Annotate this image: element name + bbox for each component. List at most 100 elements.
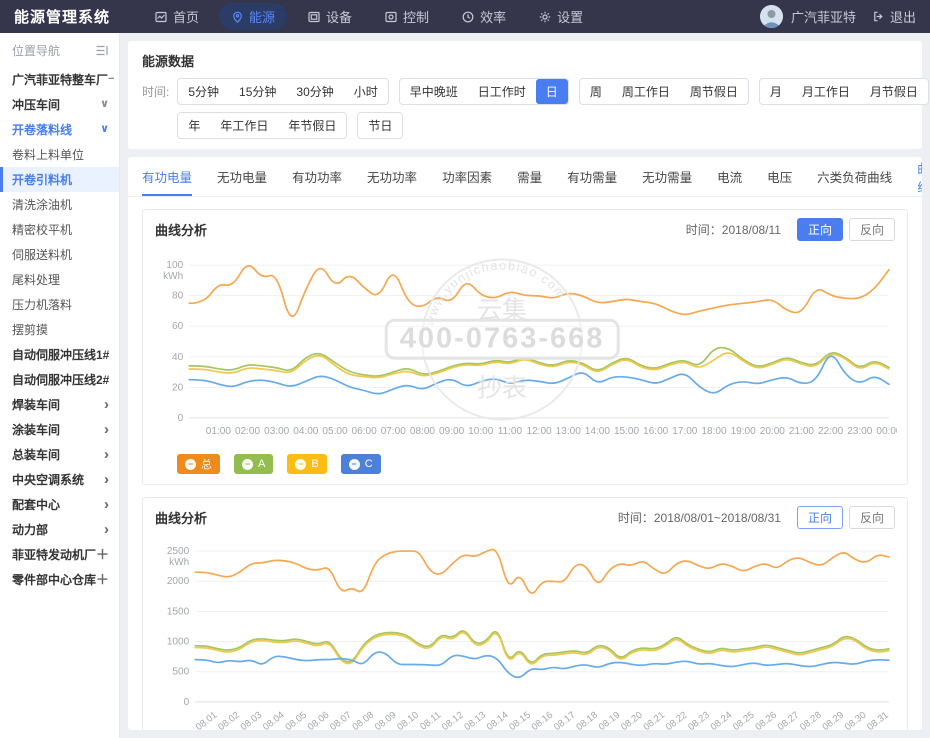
right-icon[interactable]: ›	[104, 422, 109, 437]
plus-icon[interactable]: ＋	[96, 548, 109, 561]
filter-option[interactable]: 日	[536, 79, 568, 104]
nav-item-控制[interactable]: 控制	[372, 3, 441, 30]
remove-series-icon[interactable]: −	[185, 459, 196, 470]
right-icon[interactable]: ›	[104, 447, 109, 462]
tab-item[interactable]: 无功功率	[367, 157, 417, 196]
plus-icon[interactable]: ＋	[96, 573, 109, 586]
legend-item-B[interactable]: −B	[287, 454, 326, 474]
legend-item-C[interactable]: −C	[341, 454, 381, 474]
svg-text:08.16: 08.16	[530, 710, 556, 730]
sidebar-item[interactable]: 菲亚特发动机厂＋	[0, 542, 119, 567]
logout-icon	[872, 10, 885, 23]
svg-text:10:00: 10:00	[468, 426, 494, 437]
sidebar-item[interactable]: 摆剪摸	[0, 317, 119, 342]
svg-text:08.30: 08.30	[843, 710, 869, 730]
nav-item-能源[interactable]: 能源	[219, 3, 287, 30]
filter-option[interactable]: 周节假日	[680, 79, 748, 104]
filter-option[interactable]: 日工作时	[468, 79, 536, 104]
user-name[interactable]: 广汽菲亚特	[791, 7, 856, 26]
legend-item-总[interactable]: −总	[177, 454, 220, 474]
filter-option[interactable]: 小时	[344, 79, 388, 104]
sidebar-item[interactable]: 广汽菲亚特整车厂−	[0, 67, 119, 92]
sidebar-item[interactable]: 总装车间›	[0, 442, 119, 467]
sidebar-item[interactable]: 卷料上料单位	[0, 142, 119, 167]
tab-item[interactable]: 无功需量	[642, 157, 692, 196]
legend-item-A[interactable]: −A	[234, 454, 273, 474]
right-icon[interactable]: ›	[104, 397, 109, 412]
sidebar-item[interactable]: 开卷引料机	[0, 167, 119, 192]
svg-text:08.02: 08.02	[216, 710, 242, 730]
nav-item-设备[interactable]: 设备	[295, 3, 364, 30]
down-icon[interactable]: ∨	[100, 124, 109, 135]
sidebar-item[interactable]: 伺服送料机	[0, 242, 119, 267]
svg-text:08.20: 08.20	[619, 710, 645, 730]
view-curve-button[interactable]: 曲线	[917, 158, 922, 196]
filter-option[interactable]: 周工作日	[612, 79, 680, 104]
sidebar-item[interactable]: 动力部›	[0, 517, 119, 542]
filter-option[interactable]: 15分钟	[229, 79, 286, 104]
reverse-button[interactable]: 反向	[849, 506, 895, 529]
right-icon[interactable]: ›	[104, 497, 109, 512]
sidebar-item[interactable]: 清洗涂油机	[0, 192, 119, 217]
tab-item[interactable]: 有功需量	[567, 157, 617, 196]
tab-item[interactable]: 电流	[717, 157, 742, 196]
remove-series-icon[interactable]: −	[295, 459, 306, 470]
filter-option[interactable]: 周	[580, 79, 612, 104]
sidebar-item[interactable]: 压力机落料	[0, 292, 119, 317]
sidebar-item[interactable]: 零件部中心仓库＋	[0, 567, 119, 592]
svg-text:08.04: 08.04	[261, 709, 287, 730]
nav-item-首页[interactable]: 首页	[142, 3, 211, 30]
tab-item[interactable]: 有功功率	[292, 157, 342, 196]
filter-option[interactable]: 30分钟	[286, 79, 343, 104]
tab-item[interactable]: 电压	[767, 157, 792, 196]
right-icon[interactable]: ›	[104, 522, 109, 537]
nav-item-设置[interactable]: 设置	[526, 3, 595, 30]
monthly-line-chart[interactable]: 05001000150020002500kWh08.0108.0208.0308…	[143, 537, 907, 730]
filter-option[interactable]: 5分钟	[178, 79, 229, 104]
avatar[interactable]	[760, 5, 783, 28]
filter-option[interactable]: 年	[178, 113, 210, 138]
sidebar-item[interactable]: 冲压车间∨	[0, 92, 119, 117]
filter-option[interactable]: 年工作日	[210, 113, 278, 138]
logout-button[interactable]: 退出	[872, 7, 916, 26]
svg-text:08.11: 08.11	[418, 710, 443, 730]
sidebar-item[interactable]: 精密校平机	[0, 217, 119, 242]
sidebar-item[interactable]: 自动伺服冲压线2#	[0, 367, 119, 392]
sidebar-item[interactable]: 开卷落料线∨	[0, 117, 119, 142]
reverse-button[interactable]: 反向	[849, 218, 895, 241]
main-content: 能源数据 时间: 5分钟15分钟30分钟小时早中晚班日工作时日周周工作日周节假日…	[120, 33, 930, 738]
svg-text:40: 40	[172, 352, 184, 363]
tab-item[interactable]: 有功电量	[142, 157, 192, 196]
tab-item[interactable]: 无功电量	[217, 157, 267, 196]
svg-text:0: 0	[178, 413, 184, 424]
sidebar-item[interactable]: 焊装车间›	[0, 392, 119, 417]
tab-item[interactable]: 功率因素	[442, 157, 492, 196]
remove-series-icon[interactable]: −	[242, 459, 253, 470]
daily-line-chart[interactable]: 020406080100kWh01:0002:0003:0004:0005:00…	[143, 249, 907, 452]
sidebar-item[interactable]: 涂装车间›	[0, 417, 119, 442]
sidebar-item[interactable]: 配套中心›	[0, 492, 119, 517]
minus-icon[interactable]: −	[108, 74, 114, 85]
down-icon[interactable]: ∨	[100, 99, 109, 110]
filter-option[interactable]: 年节假日	[278, 113, 346, 138]
filter-option[interactable]: 月节假日	[860, 79, 928, 104]
svg-text:08.17: 08.17	[552, 710, 578, 730]
sidebar-item[interactable]: 中央空调系统›	[0, 467, 119, 492]
sidebar-item[interactable]: 自动伺服冲压线1#	[0, 342, 119, 367]
svg-text:22:00: 22:00	[818, 426, 844, 437]
filter-option[interactable]: 早中晚班	[400, 79, 468, 104]
nav-item-效率[interactable]: 效率	[449, 3, 518, 30]
remove-series-icon[interactable]: −	[349, 459, 360, 470]
sidebar-item[interactable]: 尾料处理	[0, 267, 119, 292]
forward-button[interactable]: 正向	[797, 218, 843, 241]
right-icon[interactable]: ›	[104, 472, 109, 487]
tab-item[interactable]: 六类负荷曲线	[817, 157, 892, 196]
tab-item[interactable]: 需量	[517, 157, 542, 196]
filter-option[interactable]: 节日	[358, 113, 402, 138]
filter-option[interactable]: 月	[760, 79, 792, 104]
svg-text:08.25: 08.25	[731, 710, 757, 730]
forward-button[interactable]: 正向	[797, 506, 843, 529]
navbar-user-area: 广汽菲亚特 退出	[760, 5, 916, 28]
filter-icon[interactable]	[95, 44, 109, 57]
filter-option[interactable]: 月工作日	[792, 79, 860, 104]
